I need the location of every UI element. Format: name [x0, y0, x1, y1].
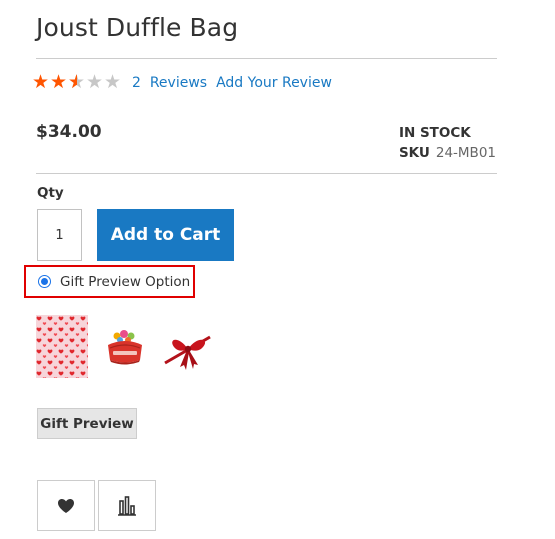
radio-selected-dot	[41, 278, 48, 285]
reviews-link[interactable]: 2 Reviews	[132, 75, 207, 91]
gift-preview-button[interactable]: Gift Preview	[37, 408, 137, 439]
product-rating: ★ ★ ★ ★ ★ 2 Reviews Add Your Review	[32, 71, 332, 93]
add-to-wishlist-button[interactable]	[37, 480, 95, 531]
divider	[36, 173, 497, 174]
add-review-link[interactable]: Add Your Review	[216, 75, 332, 91]
star-icon: ★	[50, 71, 67, 93]
qty-label: Qty	[37, 185, 64, 201]
reviews-label: Reviews	[149, 74, 208, 91]
red-gift-box-icon[interactable]	[99, 315, 151, 378]
empty-star-icon: ★	[86, 71, 103, 93]
sku-label: SKU	[398, 145, 430, 161]
gift-wrap-thumbnails	[36, 315, 214, 378]
add-to-compare-button[interactable]	[98, 480, 156, 531]
stock-status: IN STOCK	[398, 125, 471, 141]
sku-value: 24-MB01	[435, 145, 496, 161]
rating-stars: ★ ★ ★ ★ ★	[32, 71, 122, 93]
sku-row: SKU 24-MB01	[399, 145, 496, 161]
gift-option-radio[interactable]	[38, 275, 51, 288]
half-star-icon: ★	[68, 73, 86, 93]
red-ribbon-bow-icon[interactable]	[162, 315, 214, 378]
empty-star-icon: ★	[104, 71, 121, 93]
stock-info: IN STOCK SKU 24-MB01	[399, 125, 496, 161]
add-to-cart-button[interactable]: Add to Cart	[97, 209, 234, 261]
review-count: 2	[132, 74, 141, 91]
divider	[36, 58, 497, 59]
gift-preview-option[interactable]: Gift Preview Option	[24, 265, 195, 298]
gift-option-label: Gift Preview Option	[60, 273, 191, 290]
qty-input[interactable]: 1	[37, 209, 82, 261]
star-icon: ★	[32, 71, 49, 93]
compare-bars-icon	[118, 495, 136, 516]
product-title: Joust Duffle Bag	[36, 13, 239, 42]
heart-pattern-wrap-icon[interactable]	[36, 315, 88, 378]
heart-icon	[58, 498, 74, 513]
product-price: $34.00	[36, 122, 102, 142]
